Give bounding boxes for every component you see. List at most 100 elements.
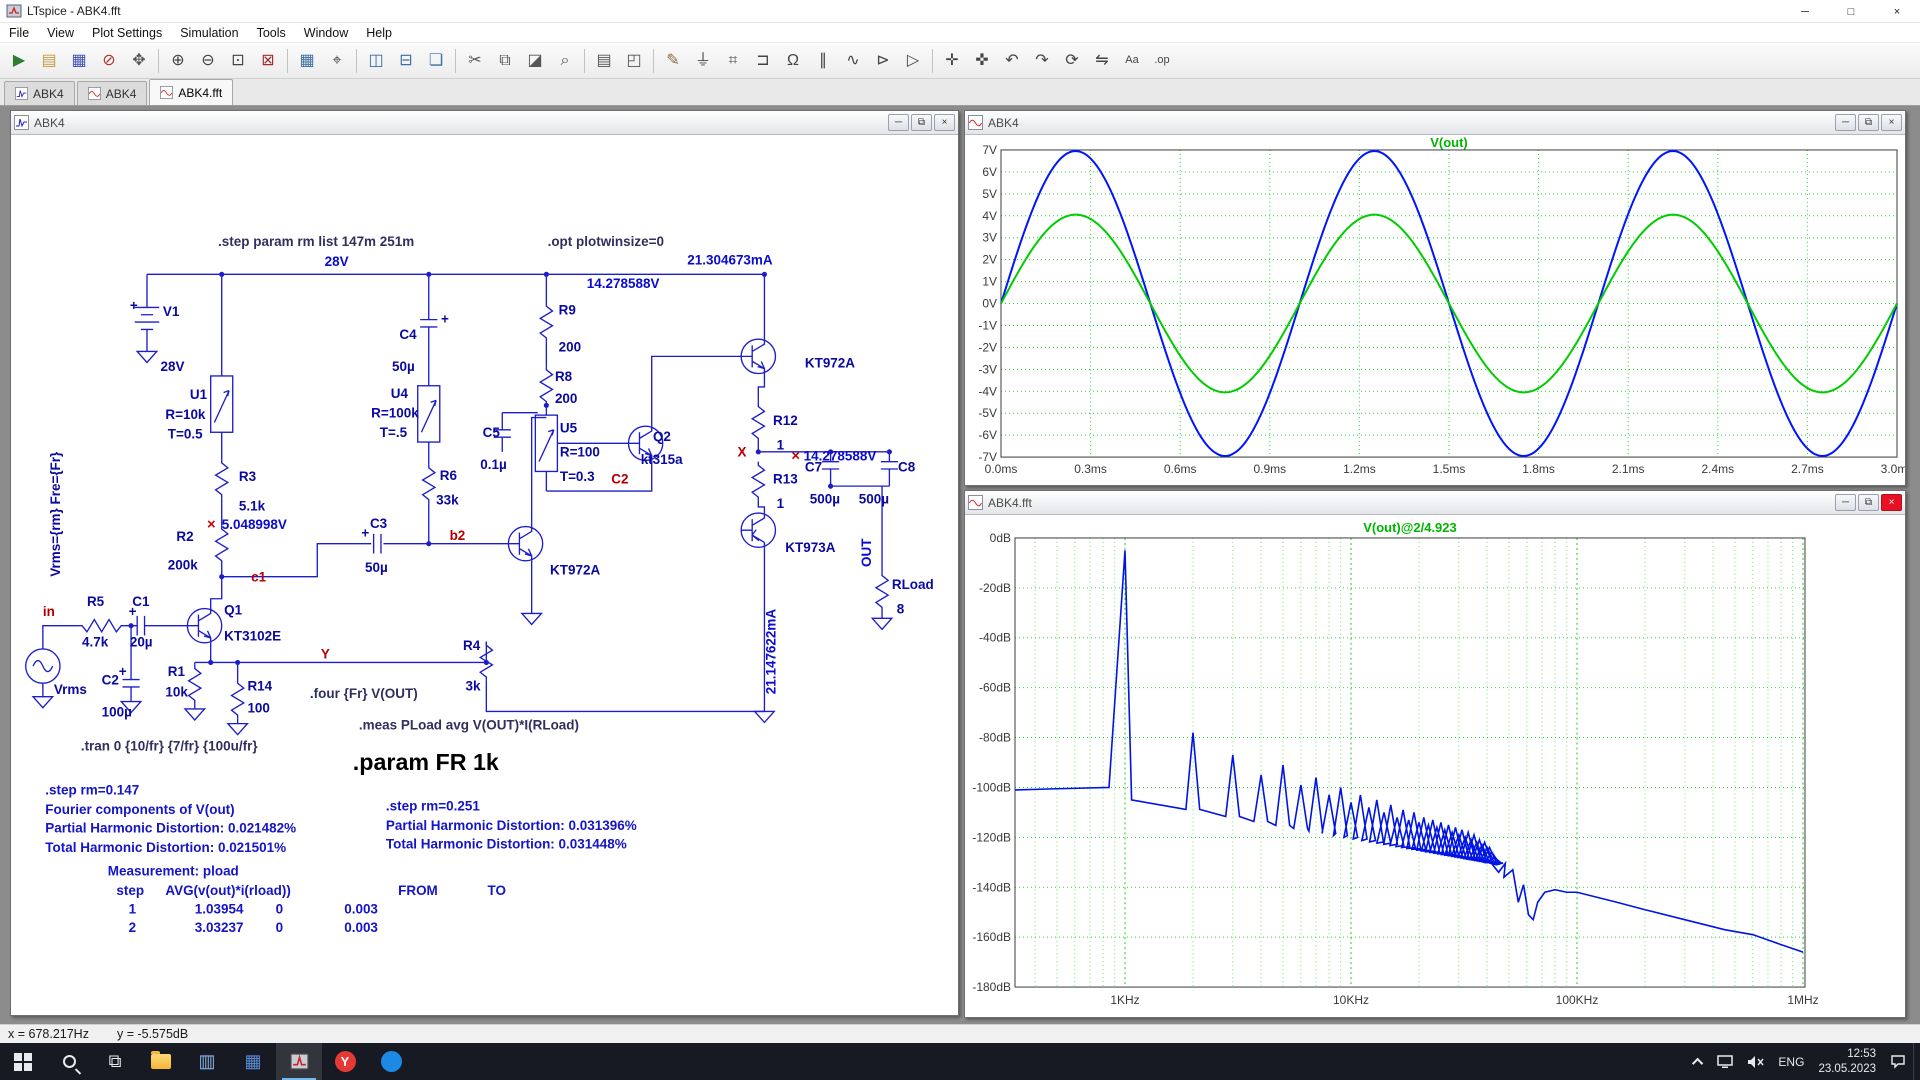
menu-simulation[interactable]: Simulation — [171, 24, 247, 42]
menu-tools[interactable]: Tools — [248, 24, 295, 42]
window-maximize-button[interactable]: □ — [1828, 0, 1874, 23]
display-tray-icon[interactable] — [1710, 1043, 1740, 1080]
waveform-plot[interactable]: 7V6V5V4V3V2V1V0V-1V-2V-3V-4V-5V-6V-7V0.0… — [965, 136, 1905, 485]
schematic-label: 200 — [559, 339, 581, 354]
schematic-minimize-button[interactable]: ─ — [888, 114, 909, 131]
search-button[interactable] — [46, 1043, 92, 1080]
task-view-button[interactable]: ⧉ — [92, 1043, 138, 1080]
tile-vertical-icon[interactable]: ◫ — [361, 47, 391, 75]
zoom-full-icon[interactable]: ⊠ — [253, 47, 283, 75]
open-icon[interactable]: ▤ — [34, 47, 64, 75]
capacitor-icon[interactable]: ∥ — [808, 47, 838, 75]
tab-abk4.fft-2[interactable]: ABK4.fft — [149, 79, 233, 105]
browser-button[interactable] — [368, 1043, 414, 1080]
menu-plot-settings[interactable]: Plot Settings — [83, 24, 171, 42]
find-icon[interactable]: ⌕ — [550, 47, 580, 75]
component-icon[interactable]: ▷ — [898, 47, 928, 75]
menubar: FileViewPlot SettingsSimulationToolsWind… — [0, 23, 1920, 43]
rotate-icon[interactable]: ⟳ — [1057, 47, 1087, 75]
language-indicator[interactable]: ENG — [1771, 1043, 1811, 1080]
halt-icon[interactable]: ⊘ — [94, 47, 124, 75]
copy-icon[interactable]: ⧉ — [490, 47, 520, 75]
schematic-canvas[interactable]: .step param rm list 147m 251m.opt plotwi… — [11, 136, 958, 1015]
net-label-icon[interactable]: ⌗ — [718, 47, 748, 75]
window-close-button[interactable]: × — [1874, 0, 1920, 23]
waveform-window[interactable]: ABK4 ─ ⧉ × 7V6V5V4V3V2V1V0V-1V-2V-3V-4V-… — [964, 110, 1906, 486]
diode-icon[interactable]: ⊳ — [868, 47, 898, 75]
app-button-1[interactable]: ▥ — [184, 1043, 230, 1080]
print-preview-icon[interactable]: ◰ — [619, 47, 649, 75]
zoom-area-icon[interactable]: ⊡ — [223, 47, 253, 75]
waveform-close-button[interactable]: × — [1881, 114, 1902, 131]
drag-icon[interactable]: ✜ — [967, 47, 997, 75]
pan-icon[interactable]: ✥ — [124, 47, 154, 75]
wire-icon[interactable]: ✎ — [658, 47, 688, 75]
show-desktop-button[interactable] — [1913, 1043, 1920, 1080]
run-icon[interactable]: ▶ — [4, 47, 34, 75]
schematic-label: + — [441, 311, 449, 326]
redo-icon[interactable]: ↷ — [1027, 47, 1057, 75]
text-icon[interactable]: Aa — [1117, 47, 1147, 75]
waveform-window-titlebar[interactable]: ABK4 ─ ⧉ × — [965, 111, 1905, 135]
schematic-label: .step param rm list 147m 251m — [218, 234, 414, 249]
app-button-2[interactable]: ▦ — [230, 1043, 276, 1080]
hidden-icons-chevron[interactable] — [1688, 1043, 1710, 1080]
cut-icon[interactable]: ✂ — [460, 47, 490, 75]
schematic-window[interactable]: ABK4 ─ ⧉ × — [10, 110, 959, 1016]
tab-abk4-0[interactable]: ABK4 — [4, 81, 75, 105]
grid-icon[interactable]: ▦ — [292, 47, 322, 75]
schematic-label: 28V — [160, 359, 184, 374]
schematic-label: C4 — [399, 327, 417, 342]
fft-close-button[interactable]: × — [1881, 494, 1902, 511]
fft-restore-button[interactable]: ⧉ — [1858, 494, 1879, 511]
resistor-icon[interactable]: Ω — [778, 47, 808, 75]
ltspice-taskbar-button[interactable] — [276, 1043, 322, 1080]
cascade-icon[interactable]: ❏ — [421, 47, 451, 75]
mark-data-icon[interactable]: ⌖ — [322, 47, 352, 75]
zoom-out-icon[interactable]: ⊖ — [193, 47, 223, 75]
schematic-window-titlebar[interactable]: ABK4 ─ ⧉ × — [11, 111, 958, 135]
schematic-label: .step rm=0.147 — [45, 783, 139, 798]
clock[interactable]: 12:53 23.05.2023 — [1811, 1043, 1883, 1080]
inductor-icon[interactable]: ∿ — [838, 47, 868, 75]
mdi-area: ABK4 ─ ⧉ × — [0, 106, 1920, 1024]
mirror-icon[interactable]: ⇋ — [1087, 47, 1117, 75]
undo-icon[interactable]: ↶ — [997, 47, 1027, 75]
ground-icon[interactable]: ⏚ — [688, 47, 718, 75]
paste-icon[interactable]: ◪ — [520, 47, 550, 75]
move-icon[interactable]: ✛ — [937, 47, 967, 75]
ltspice-app-icon — [6, 3, 22, 19]
volume-tray-icon[interactable] — [1740, 1043, 1771, 1080]
port-icon[interactable]: ⊐ — [748, 47, 778, 75]
tile-horizontal-icon[interactable]: ⊟ — [391, 47, 421, 75]
menu-window[interactable]: Window — [295, 24, 357, 42]
spice-directive-icon[interactable]: .op — [1147, 47, 1177, 75]
menu-view[interactable]: View — [38, 24, 83, 42]
schematic-label: V1 — [163, 304, 180, 319]
svg-text:-100dB: -100dB — [972, 780, 1011, 794]
fft-minimize-button[interactable]: ─ — [1835, 494, 1856, 511]
tab-abk4-1[interactable]: ABK4 — [77, 81, 148, 105]
schematic-label: R2 — [176, 529, 193, 544]
schematic-label: 200k — [168, 557, 198, 572]
yandex-browser-button[interactable]: Y — [322, 1043, 368, 1080]
print-icon[interactable]: ▤ — [589, 47, 619, 75]
window-minimize-button[interactable]: ─ — [1782, 0, 1828, 23]
schematic-close-button[interactable]: × — [934, 114, 955, 131]
save-icon[interactable]: ▦ — [64, 47, 94, 75]
notification-center-icon[interactable] — [1883, 1043, 1913, 1080]
start-button[interactable] — [0, 1043, 46, 1080]
fft-window[interactable]: ABK4.fft ─ ⧉ × 0dB-20dB-40dB-60dB-80dB-1… — [964, 490, 1906, 1018]
file-explorer-button[interactable] — [138, 1043, 184, 1080]
menu-file[interactable]: File — [0, 24, 38, 42]
waveform-restore-button[interactable]: ⧉ — [1858, 114, 1879, 131]
cursor-y-readout: y = -5.575dB — [117, 1027, 188, 1041]
fft-plot[interactable]: 0dB-20dB-40dB-60dB-80dB-100dB-120dB-140d… — [965, 516, 1905, 1017]
svg-text:V(out): V(out) — [1430, 136, 1468, 150]
fft-window-titlebar[interactable]: ABK4.fft ─ ⧉ × — [965, 491, 1905, 515]
schematic-restore-button[interactable]: ⧉ — [911, 114, 932, 131]
menu-help[interactable]: Help — [357, 24, 401, 42]
waveform-minimize-button[interactable]: ─ — [1835, 114, 1856, 131]
schematic-label: KT972A — [550, 562, 600, 577]
zoom-in-icon[interactable]: ⊕ — [163, 47, 193, 75]
